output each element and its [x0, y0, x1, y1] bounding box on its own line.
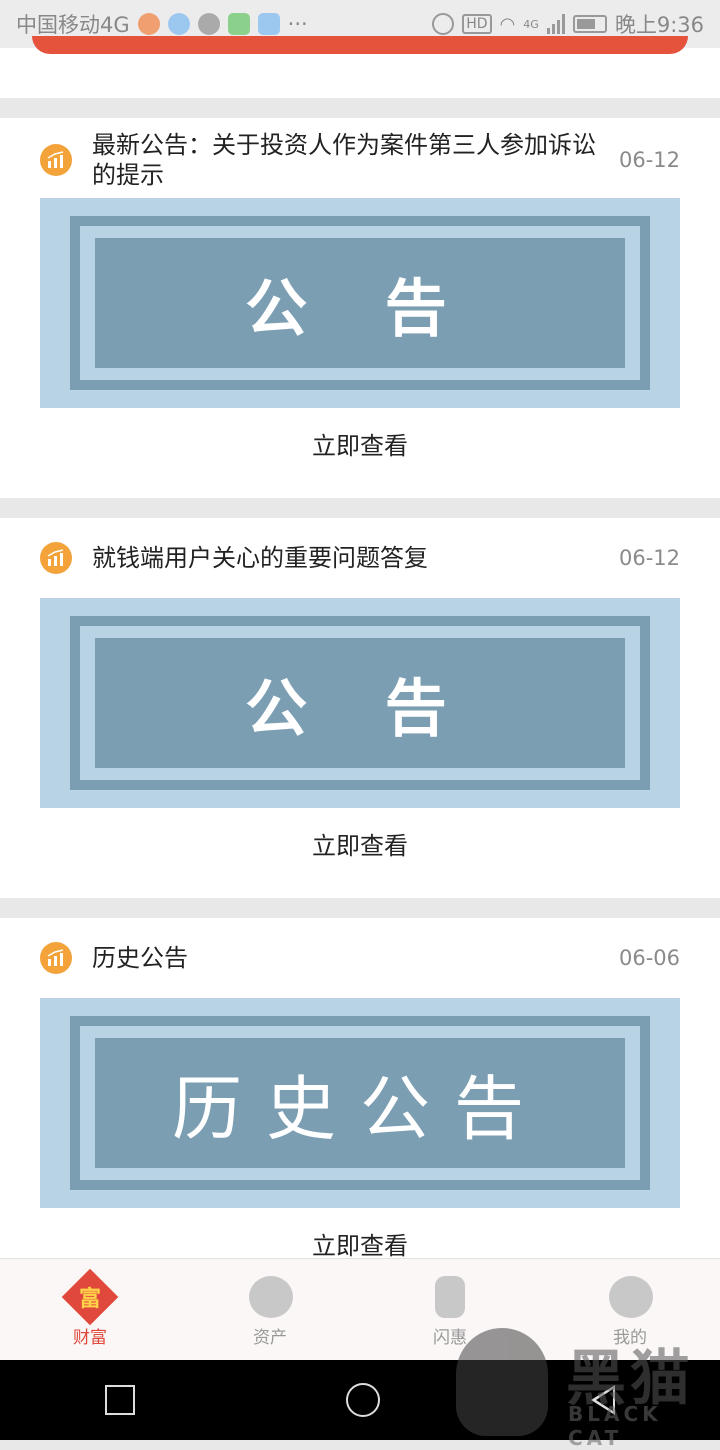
asset-icon [246, 1273, 294, 1321]
recent-apps-icon[interactable] [105, 1385, 136, 1415]
shanhui-icon [426, 1273, 474, 1321]
network-type-label: 4G [523, 17, 539, 31]
banner-text: 公 告 [95, 238, 625, 368]
page-top-area [0, 48, 720, 98]
battery-icon [572, 15, 607, 33]
qq-icon [167, 13, 190, 35]
notice-card[interactable]: 最新公告：关于投资人作为案件第三人参加诉讼的提示 06-12 公 告 立即查看 [0, 118, 720, 498]
notice-chart-icon [40, 542, 72, 574]
notice-card-header: 就钱端用户关心的重要问题答复 06-12 [40, 528, 680, 588]
clock-label: 晚上9:36 [614, 13, 704, 37]
tab-label: 资产 [253, 1328, 287, 1348]
notice-banner-image[interactable]: 历史公告 [40, 998, 680, 1208]
notice-card[interactable]: 就钱端用户关心的重要问题答复 06-12 公 告 立即查看 [0, 518, 720, 898]
notice-title[interactable]: 就钱端用户关心的重要问题答复 [92, 543, 607, 573]
more-notifications-icon: ··· [287, 12, 308, 36]
message-icon [197, 13, 220, 35]
notice-card-header: 历史公告 06-06 [40, 928, 680, 988]
tab-label: 闪惠 [433, 1328, 467, 1348]
banner-text: 公 告 [95, 638, 625, 768]
profile-icon [606, 1273, 654, 1321]
notice-banner-image[interactable]: 公 告 [40, 198, 680, 408]
tab-label: 财富 [73, 1328, 107, 1348]
view-now-button[interactable]: 立即查看 [0, 826, 720, 861]
notice-chart-icon [40, 942, 72, 974]
signal-icon [546, 14, 565, 34]
system-navigation-bar [0, 1360, 720, 1440]
notice-date: 06-12 [618, 546, 680, 570]
back-icon[interactable] [590, 1385, 615, 1415]
tab-label: 我的 [613, 1328, 647, 1348]
notice-title[interactable]: 最新公告：关于投资人作为案件第三人参加诉讼的提示 [92, 130, 607, 190]
notice-card[interactable]: 历史公告 06-06 历史公告 立即查看 [0, 918, 720, 1261]
wifi-icon: ◠ [499, 13, 516, 35]
tab-assets[interactable]: 资产 [180, 1259, 360, 1361]
fu-icon: 富 [61, 1268, 119, 1326]
tab-shanhui[interactable]: 闪惠 [360, 1259, 540, 1361]
banner-text: 历史公告 [95, 1038, 625, 1168]
tab-wealth[interactable]: 富 财富 [0, 1259, 180, 1361]
home-icon[interactable] [345, 1383, 380, 1417]
security-icon [257, 13, 280, 35]
iqiyi-icon [227, 13, 250, 35]
notice-date: 06-06 [618, 946, 680, 970]
view-now-button[interactable]: 立即查看 [0, 426, 720, 461]
notice-chart-icon [40, 144, 72, 176]
shield-app-icon [137, 13, 160, 35]
notice-date: 06-12 [618, 148, 680, 172]
view-now-button[interactable]: 立即查看 [0, 1226, 720, 1261]
bottom-tab-bar: 富 财富 资产 闪惠 我的 [0, 1258, 720, 1361]
top-banner-edge[interactable] [32, 36, 688, 54]
notice-title[interactable]: 历史公告 [92, 943, 607, 973]
notice-card-header: 最新公告：关于投资人作为案件第三人参加诉讼的提示 06-12 [40, 130, 680, 190]
notice-banner-image[interactable]: 公 告 [40, 598, 680, 808]
hd-icon: HD [462, 14, 492, 34]
alarm-icon [432, 13, 455, 35]
carrier-label: 中国移动4G [16, 13, 130, 37]
tab-mine[interactable]: 我的 [540, 1259, 720, 1361]
